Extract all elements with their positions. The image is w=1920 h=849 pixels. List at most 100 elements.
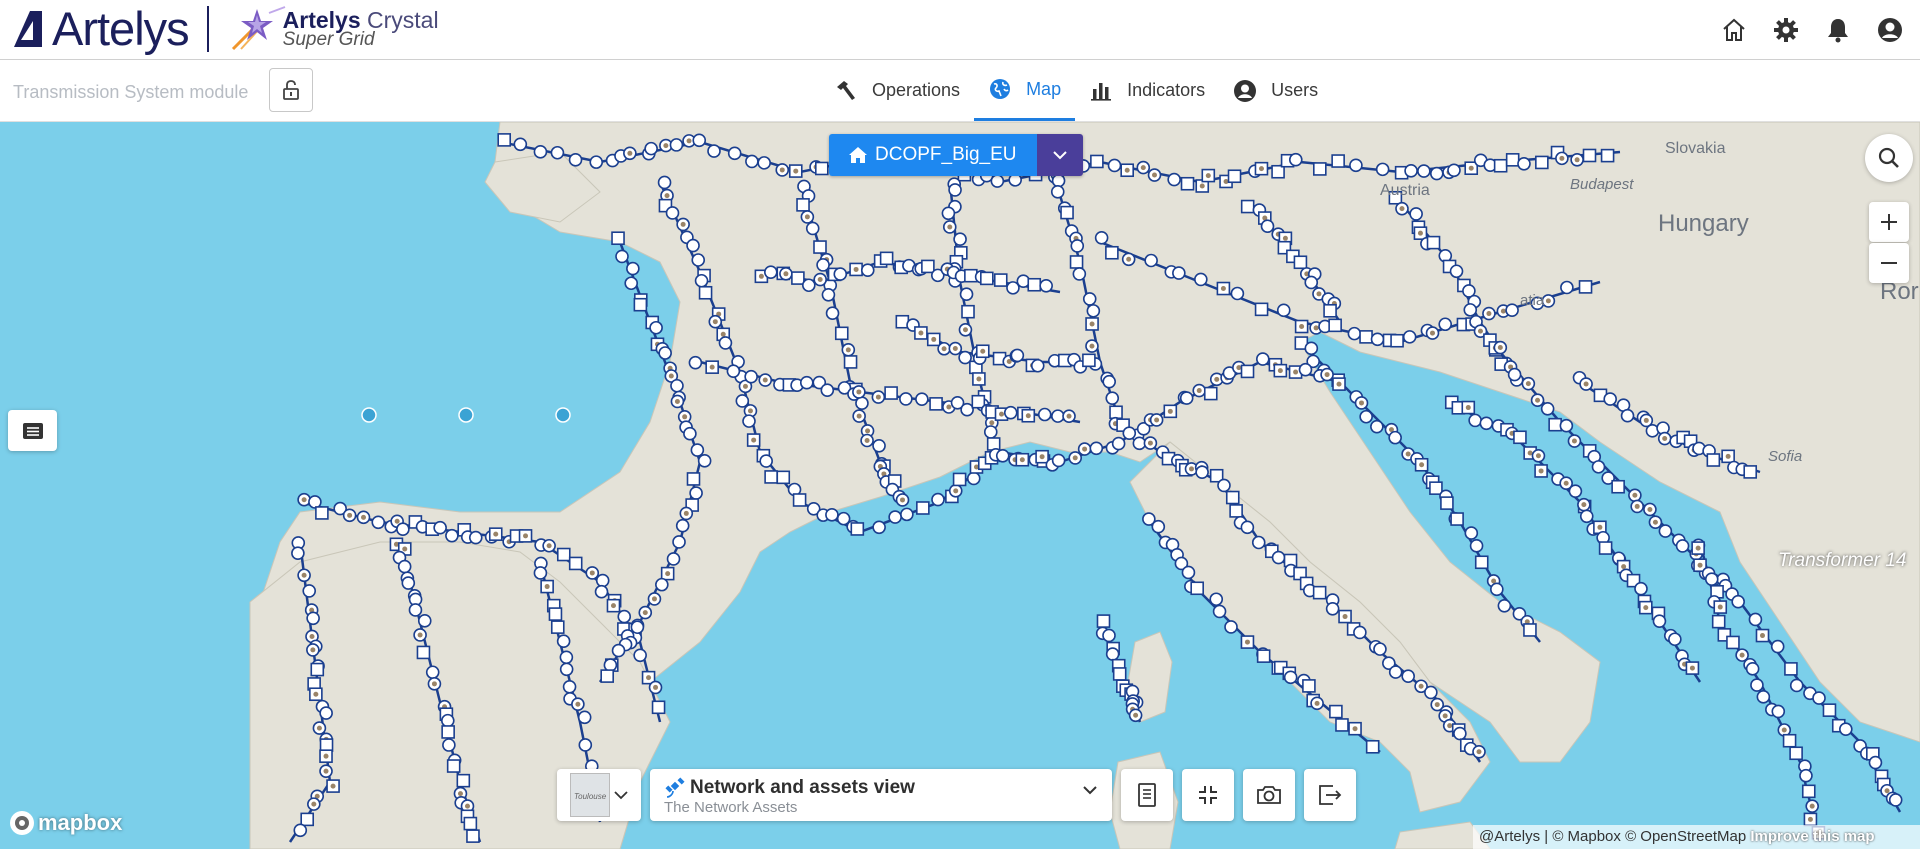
gear-icon[interactable]: [1768, 12, 1804, 48]
substation-node[interactable]: [1474, 555, 1489, 570]
fit-extent-button[interactable]: [1182, 769, 1234, 821]
asset-node[interactable]: [1507, 367, 1522, 382]
asset-node[interactable]: [533, 145, 548, 159]
legend-button[interactable]: [1121, 769, 1173, 821]
asset-node[interactable]: [759, 454, 773, 468]
asset-node[interactable]: [1086, 304, 1101, 318]
substation-node[interactable]: [1726, 635, 1740, 650]
asset-node[interactable]: [1771, 704, 1786, 719]
asset-node[interactable]: [425, 665, 440, 680]
asset-node[interactable]: [1195, 465, 1209, 479]
substation-node[interactable]: [1440, 496, 1454, 510]
asset-node[interactable]: [1179, 391, 1194, 405]
asset-node[interactable]: [1375, 162, 1390, 177]
substation-node[interactable]: [441, 725, 455, 739]
asset-node[interactable]: [691, 253, 706, 267]
asset-node[interactable]: [657, 175, 672, 190]
substation-node[interactable]: [1096, 614, 1111, 628]
asset-node[interactable]: [559, 662, 574, 677]
substation-node[interactable]: [1328, 318, 1342, 333]
substation-node[interactable]: [1365, 739, 1380, 754]
asset-node[interactable]: [1089, 441, 1104, 456]
tab-indicators[interactable]: Indicators: [1075, 60, 1219, 121]
asset-node[interactable]: [1748, 612, 1763, 627]
asset-node[interactable]: [1799, 768, 1813, 783]
substation-node[interactable]: [633, 297, 648, 312]
asset-node[interactable]: [745, 154, 759, 169]
asset-node[interactable]: [670, 378, 684, 393]
asset-node[interactable]: [1271, 550, 1286, 565]
asset-node[interactable]: [1298, 362, 1313, 377]
substation-node[interactable]: [1180, 176, 1195, 191]
substation-node[interactable]: [600, 669, 614, 683]
asset-node[interactable]: [594, 584, 609, 599]
asset-node[interactable]: [1370, 419, 1384, 434]
asset-node[interactable]: [1172, 266, 1186, 280]
asset-node[interactable]: [1325, 602, 1340, 616]
asset-node[interactable]: [1401, 669, 1415, 684]
substation-node[interactable]: [1082, 353, 1096, 368]
substation-node[interactable]: [1240, 199, 1255, 214]
asset-node[interactable]: [442, 738, 456, 752]
asset-node[interactable]: [900, 507, 914, 522]
zoom-out-button[interactable]: [1869, 243, 1909, 283]
substation-node[interactable]: [884, 386, 898, 400]
substation-node[interactable]: [1271, 164, 1285, 179]
substation-node[interactable]: [1312, 585, 1327, 600]
asset-node[interactable]: [1888, 793, 1903, 807]
asset-node[interactable]: [624, 276, 639, 291]
asset-node[interactable]: [401, 576, 416, 590]
asset-node[interactable]: [899, 392, 913, 406]
asset-node[interactable]: [744, 369, 758, 384]
substation-node[interactable]: [1801, 784, 1816, 799]
asset-node[interactable]: [1082, 292, 1097, 306]
asset-node[interactable]: [726, 364, 741, 378]
asset-node[interactable]: [611, 643, 626, 658]
asset-node[interactable]: [1560, 280, 1574, 295]
asset-node[interactable]: [1402, 330, 1417, 344]
asset-node[interactable]: [433, 520, 447, 535]
substation-node[interactable]: [1293, 255, 1308, 270]
substation-node[interactable]: [1711, 614, 1726, 629]
substation-node[interactable]: [813, 240, 827, 254]
asset-node[interactable]: [440, 713, 455, 728]
asset-node[interactable]: [568, 153, 583, 167]
brand-logos[interactable]: Artelys Artelys Crystal Super Grid: [12, 4, 439, 54]
asset-node[interactable]: [1304, 275, 1319, 290]
substation-node[interactable]: [698, 285, 713, 300]
substation-node[interactable]: [1229, 504, 1243, 518]
substation-node[interactable]: [1302, 679, 1316, 693]
scenario-selector[interactable]: DCOPF_Big_EU: [829, 134, 1083, 176]
substation-node[interactable]: [792, 493, 807, 507]
substation-node[interactable]: [1335, 718, 1349, 732]
asset-node[interactable]: [816, 258, 830, 272]
asset-node[interactable]: [577, 710, 592, 725]
asset-node[interactable]: [1030, 358, 1045, 373]
substation-node[interactable]: [796, 198, 810, 212]
asset-node[interactable]: [1304, 341, 1319, 356]
substation-node[interactable]: [1060, 205, 1074, 220]
asset-node[interactable]: [308, 495, 322, 509]
attribution-mapbox[interactable]: © Mapbox © OpenStreetMap: [1552, 828, 1746, 845]
asset-node[interactable]: [1010, 348, 1025, 363]
asset-node[interactable]: [1217, 478, 1231, 493]
asset-node[interactable]: [1353, 625, 1367, 640]
asset-node[interactable]: [802, 278, 816, 293]
asset-node[interactable]: [1255, 352, 1270, 366]
asset-node[interactable]: [1668, 632, 1682, 647]
substation-node[interactable]: [776, 470, 791, 485]
scenario-dropdown-button[interactable]: [1036, 134, 1083, 176]
substation-node[interactable]: [1390, 333, 1404, 348]
substation-node[interactable]: [1505, 153, 1520, 167]
basemap-selector[interactable]: Toulouse: [557, 769, 641, 821]
asset-node[interactable]: [1132, 436, 1147, 451]
asset-node[interactable]: [959, 287, 974, 301]
asset-node[interactable]: [1370, 332, 1385, 347]
basemap-thumbnail[interactable]: Toulouse: [570, 773, 610, 817]
substation-node[interactable]: [916, 501, 930, 515]
asset-node[interactable]: [707, 144, 721, 158]
view-selector[interactable]: Network and assets view The Network Asse…: [650, 769, 1112, 821]
zoom-in-button[interactable]: [1869, 202, 1909, 242]
artelys-logo[interactable]: Artelys: [12, 4, 190, 54]
substation-node[interactable]: [1359, 330, 1373, 344]
